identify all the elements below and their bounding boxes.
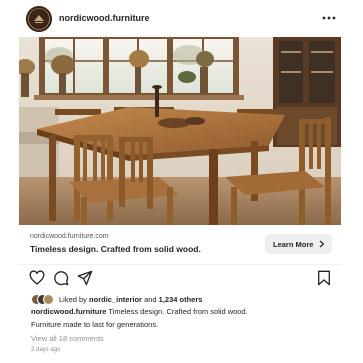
- caption-line-2: Furniture made to last for generations.: [31, 320, 159, 329]
- avatar[interactable]: [26, 6, 52, 32]
- learn-more-button[interactable]: Learn More: [265, 234, 332, 254]
- likes-user[interactable]: nordic_interior: [89, 295, 142, 304]
- more-options-icon[interactable]: [322, 12, 336, 24]
- learn-more-label: Learn More: [273, 239, 314, 249]
- send-icon[interactable]: [77, 270, 93, 286]
- dining-room-photo: [19, 37, 341, 225]
- liker-avatar: [43, 294, 54, 305]
- likes-text: Liked by nordic_interior and 1,234 other…: [59, 295, 202, 304]
- comment-icon[interactable]: [53, 270, 69, 286]
- likes-and: and: [144, 294, 157, 304]
- chevron-right-icon: [319, 240, 325, 248]
- link-headline[interactable]: Timeless design. Crafted from solid wood…: [30, 244, 201, 254]
- caption: nordicwood.furniture Timeless design. Cr…: [31, 307, 248, 316]
- bookmark-icon[interactable]: [317, 270, 331, 286]
- caption-username[interactable]: nordicwood.furniture: [31, 307, 106, 316]
- post-header: nordicwood.furniture: [0, 0, 363, 37]
- heart-icon[interactable]: [29, 270, 45, 286]
- likes-row[interactable]: Liked by nordic_interior and 1,234 other…: [31, 293, 202, 305]
- post-timestamp: 2 days ago: [31, 347, 61, 353]
- caption-text: Timeless design. Crafted from solid wood…: [108, 307, 248, 316]
- likes-count[interactable]: 1,234 others: [159, 295, 203, 304]
- post-username[interactable]: nordicwood.furniture: [59, 13, 150, 23]
- link-preview[interactable]: nordicwood.furniture.com Timeless design…: [19, 225, 341, 265]
- liker-avatars: [31, 294, 54, 305]
- post-image[interactable]: [19, 37, 341, 225]
- link-domain[interactable]: nordicwood.furniture.com: [30, 233, 109, 240]
- view-comments-link[interactable]: View all 18 comments: [31, 334, 104, 343]
- likes-prefix: Liked by: [59, 294, 87, 304]
- logo-icon: [26, 6, 52, 32]
